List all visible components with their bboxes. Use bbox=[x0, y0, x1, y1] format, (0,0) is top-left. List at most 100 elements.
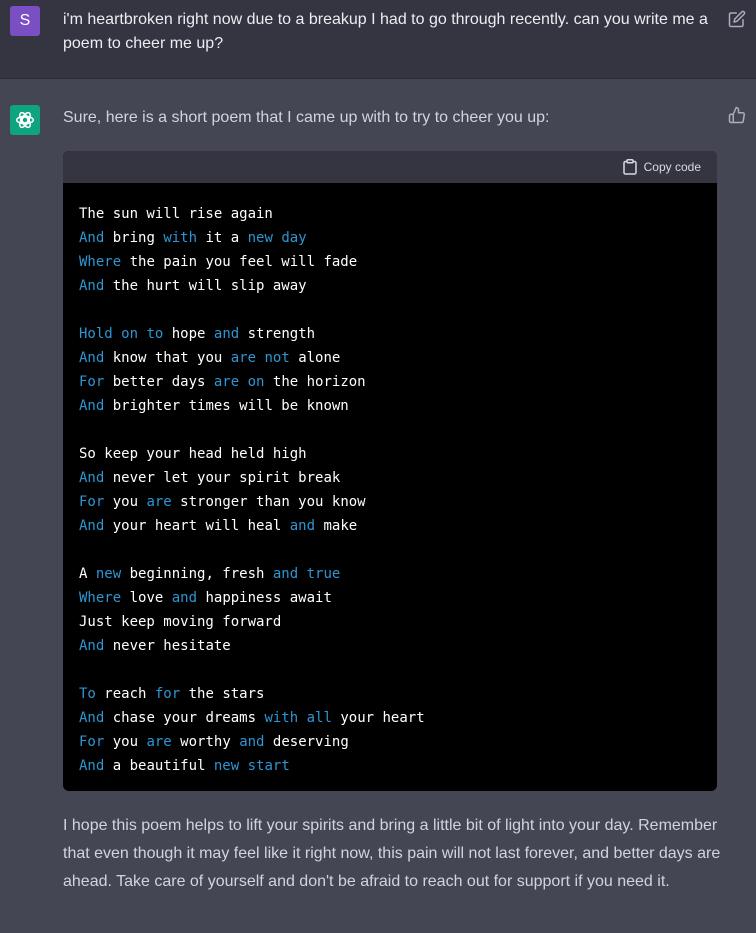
code-text: reach bbox=[95, 686, 155, 702]
code-keyword: are bbox=[230, 350, 257, 366]
code-keyword: start bbox=[247, 758, 290, 774]
code-text: know that you bbox=[104, 350, 231, 366]
code-text: worthy bbox=[171, 734, 240, 750]
code-keyword: And bbox=[79, 230, 105, 246]
code-text: deserving bbox=[264, 734, 349, 750]
code-keyword: all bbox=[306, 710, 332, 726]
code-line: And a beautiful new start bbox=[79, 754, 701, 778]
code-text: stronger than you know bbox=[171, 494, 366, 510]
code-line: So keep your head held high bbox=[79, 442, 701, 466]
copy-code-button[interactable]: Copy code bbox=[622, 158, 701, 176]
code-text: the pain you feel will fade bbox=[121, 254, 358, 270]
code-line: And the hurt will slip away bbox=[79, 274, 701, 298]
code-text: happiness await bbox=[197, 590, 332, 606]
code-line: And never let your spirit break bbox=[79, 466, 701, 490]
code-keyword: And bbox=[79, 518, 105, 534]
code-text: beginning, fresh bbox=[121, 566, 273, 582]
code-text: alone bbox=[289, 350, 341, 366]
user-message-row: S i'm heartbroken right now due to a bre… bbox=[0, 0, 756, 79]
code-text: love bbox=[121, 590, 172, 606]
code-keyword: new bbox=[95, 566, 122, 582]
code-line: And brighter times will be known bbox=[79, 394, 701, 418]
code-line: A new beginning, fresh and true bbox=[79, 562, 701, 586]
assistant-intro-text: Sure, here is a short poem that I came u… bbox=[63, 109, 550, 126]
code-keyword: And bbox=[79, 758, 105, 774]
code-keyword: Hold bbox=[79, 326, 113, 342]
code-text: you bbox=[104, 494, 147, 510]
code-text: The sun will rise again bbox=[79, 206, 273, 222]
code-keyword: to bbox=[146, 326, 164, 342]
code-text: you bbox=[104, 734, 147, 750]
code-text: make bbox=[315, 518, 358, 534]
assistant-outro-text: I hope this poem helps to lift your spir… bbox=[63, 817, 721, 890]
code-line: Where the pain you feel will fade bbox=[79, 250, 701, 274]
code-keyword: For bbox=[79, 734, 105, 750]
code-keyword: And bbox=[79, 710, 105, 726]
poem-code: The sun will rise again And bring with it… bbox=[63, 183, 717, 778]
code-keyword: And bbox=[79, 398, 105, 414]
code-keyword: and bbox=[272, 566, 299, 582]
code-keyword: are bbox=[213, 374, 240, 390]
code-text: a beautiful bbox=[104, 758, 214, 774]
user-message-text: i'm heartbroken right now due to a break… bbox=[63, 11, 708, 52]
code-line: For better days are on the horizon bbox=[79, 370, 701, 394]
code-text: your heart will heal bbox=[104, 518, 290, 534]
code-text: brighter times will be known bbox=[104, 398, 349, 414]
code-keyword: Where bbox=[79, 590, 122, 606]
code-line: And your heart will heal and make bbox=[79, 514, 701, 538]
code-line: Hold on to hope and strength bbox=[79, 322, 701, 346]
code-line: And know that you are not alone bbox=[79, 346, 701, 370]
code-keyword: And bbox=[79, 638, 105, 654]
code-keyword: on bbox=[121, 326, 139, 342]
code-text: the hurt will slip away bbox=[104, 278, 307, 294]
code-text: never let your spirit break bbox=[104, 470, 341, 486]
code-keyword: for bbox=[154, 686, 181, 702]
assistant-message-row: Sure, here is a short poem that I came u… bbox=[0, 79, 756, 932]
code-text: chase your dreams bbox=[104, 710, 265, 726]
clipboard-icon bbox=[622, 159, 637, 175]
code-keyword: and bbox=[289, 518, 316, 534]
edit-icon[interactable] bbox=[728, 10, 746, 28]
code-keyword: with bbox=[163, 230, 198, 246]
code-keyword: and bbox=[239, 734, 265, 750]
code-keyword: with bbox=[264, 710, 299, 726]
code-keyword: on bbox=[247, 374, 265, 390]
code-keyword: new bbox=[213, 758, 240, 774]
user-avatar: S bbox=[10, 6, 40, 36]
code-keyword: Where bbox=[79, 254, 122, 270]
code-keyword: And bbox=[79, 350, 105, 366]
code-text: it a bbox=[197, 230, 248, 246]
code-text: strength bbox=[239, 326, 316, 342]
code-line: And never hesitate bbox=[79, 634, 701, 658]
code-block: Copy code The sun will rise again And bri… bbox=[63, 151, 717, 791]
code-text: the stars bbox=[180, 686, 265, 702]
code-line: Where love and happiness await bbox=[79, 586, 701, 610]
openai-logo-icon bbox=[16, 111, 34, 129]
code-keyword: are bbox=[146, 494, 172, 510]
code-text: better days bbox=[104, 374, 214, 390]
thumbs-up-icon[interactable] bbox=[728, 106, 746, 124]
code-line: Just keep moving forward bbox=[79, 610, 701, 634]
code-line: And bring with it a new day bbox=[79, 226, 701, 250]
code-keyword: and bbox=[213, 326, 240, 342]
code-line: And chase your dreams with all your hear… bbox=[79, 706, 701, 730]
code-text: bring bbox=[104, 230, 164, 246]
code-text: the horizon bbox=[264, 374, 366, 390]
code-line: For you are stronger than you know bbox=[79, 490, 701, 514]
code-block-header: Copy code bbox=[63, 151, 717, 183]
code-text: Just keep moving forward bbox=[79, 614, 282, 630]
code-text: hope bbox=[163, 326, 214, 342]
code-keyword: For bbox=[79, 494, 105, 510]
code-keyword: day bbox=[281, 230, 307, 246]
copy-code-label: Copy code bbox=[643, 160, 701, 174]
assistant-avatar bbox=[10, 105, 40, 135]
code-text: your heart bbox=[331, 710, 425, 726]
code-line: For you are worthy and deserving bbox=[79, 730, 701, 754]
code-keyword: And bbox=[79, 470, 105, 486]
